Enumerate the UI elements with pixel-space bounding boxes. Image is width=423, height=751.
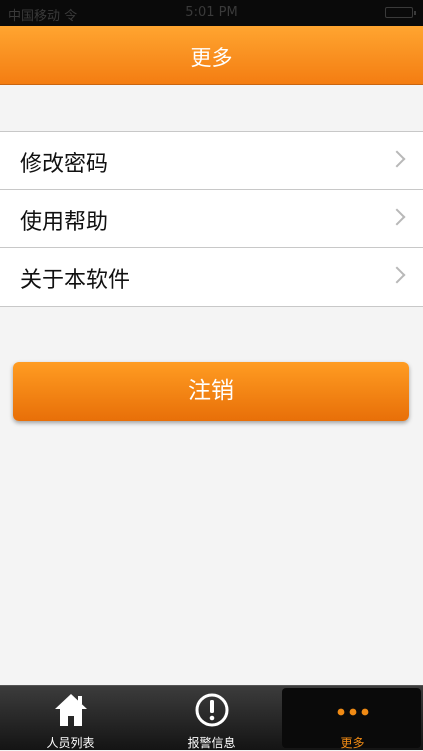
battery-icon <box>385 7 416 18</box>
menu-item-label: 修改密码 <box>20 152 109 177</box>
tab-label: 报警信息 <box>187 736 236 750</box>
chevron-right-icon <box>388 266 406 284</box>
more-dots-icon <box>337 708 368 716</box>
menu-item-help[interactable]: 使用帮助 <box>0 190 423 248</box>
nav-bar: 更多 <box>0 26 423 85</box>
home-icon <box>54 694 87 726</box>
status-time: 5:01 PM <box>185 5 238 20</box>
tab-personnel-list[interactable]: 人员列表 <box>0 686 141 750</box>
logout-button[interactable]: 注销 <box>13 362 409 421</box>
menu-item-label: 使用帮助 <box>20 210 109 235</box>
alert-icon <box>195 693 228 727</box>
chevron-right-icon <box>388 208 406 226</box>
status-bar: 中国移动 令 5:01 PM <box>0 0 423 26</box>
menu-item-change-password[interactable]: 修改密码 <box>0 132 423 190</box>
menu-item-about[interactable]: 关于本软件 <box>0 248 423 306</box>
tab-more[interactable]: 更多 <box>282 686 423 750</box>
tab-label: 更多 <box>340 736 365 750</box>
menu-item-label: 关于本软件 <box>20 268 131 293</box>
tab-label: 人员列表 <box>46 736 95 750</box>
tab-alarm-info[interactable]: 报警信息 <box>141 686 282 750</box>
settings-menu: 修改密码 使用帮助 关于本软件 <box>0 131 423 307</box>
page-title: 更多 <box>190 46 233 70</box>
chevron-right-icon <box>388 150 406 168</box>
tab-bar: 人员列表 报警信息 更多 <box>0 685 423 750</box>
